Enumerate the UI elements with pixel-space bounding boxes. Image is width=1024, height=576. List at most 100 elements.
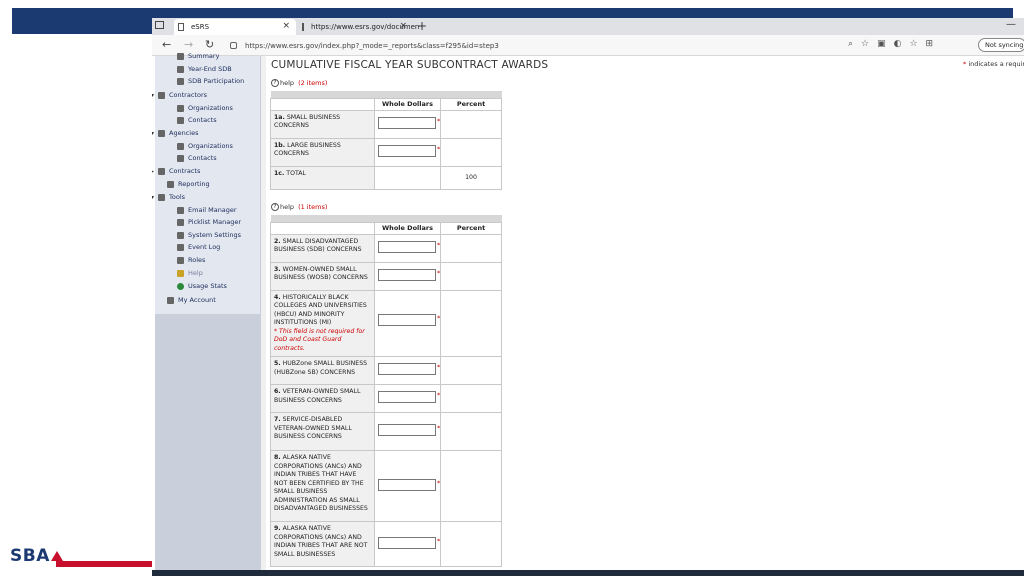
close-tab-icon[interactable]: × [282,21,290,31]
slide: SBA eSRS × https://www.esrs.gov/documen … [0,0,1024,576]
tool-icon [158,193,165,201]
doc-icon [177,77,184,85]
required-mark: * [437,144,441,153]
tab-document[interactable]: https://www.esrs.gov/documen × [298,19,419,35]
required-mark: * [437,116,441,125]
new-tab-icon[interactable]: + [417,19,427,33]
whole-dollars-input[interactable] [378,479,436,491]
slide-top-bar [12,8,1013,18]
header-whole-dollars: Whole Dollars [374,97,441,111]
row-label: 1b. LARGE BUSINESS CONCERNS [270,137,375,167]
sidebar-item-tools[interactable]: ▾ Tools [152,193,185,201]
row-label: 5. HUBZone SMALL BUSINESS (HUBZone SB) C… [270,356,375,385]
tab-esrs[interactable]: eSRS × [174,19,296,35]
whole-dollars-cell: * [374,137,441,167]
percent-cell [440,289,502,357]
header-blank [270,221,375,235]
sidebar-item-help[interactable]: Help [177,269,203,277]
person-icon [167,296,174,304]
whole-dollars-cell: * [374,384,441,413]
whole-dollars-input[interactable] [378,424,436,436]
back-icon[interactable]: ← [162,38,171,51]
table-row: 8. ALASKA NATIVE CORPORATIONS (ANCs) AND… [270,450,502,522]
sidebar-item-label: System Settings [188,231,241,239]
table-row: 3. WOMEN-OWNED SMALL BUSINESS (WOSB) CON… [270,261,502,291]
whole-dollars-input[interactable] [378,268,436,281]
sidebar-item-usage-stats[interactable]: Usage Stats [177,282,227,290]
sidebar-item-summary[interactable]: Summary [177,52,219,60]
sidebar-item-reporting[interactable]: Reporting [167,180,210,188]
sidebar-item-my-account[interactable]: My Account [167,296,216,304]
sidebar-item-label: Year-End SDB [188,65,232,73]
row-label: 6. VETERAN-OWNED SMALL BUSINESS CONCERNS [270,384,375,413]
help-link[interactable]: ? help (1 items) [271,203,327,211]
sidebar-item-agencies[interactable]: ▾ Agencies [152,129,198,137]
row-label: 7. SERVICE-DISABLED VETERAN-OWNED SMALL … [270,412,375,451]
header-blank [270,97,375,111]
forward-icon[interactable]: → [184,38,193,51]
sidebar-item-roles[interactable]: Roles [177,256,205,264]
whole-dollars-cell: * [374,261,441,291]
extensions-icon[interactable]: ⌕☆▣◐☆⊞ [848,39,941,49]
whole-dollars-cell [374,165,441,190]
sidebar-item-email-manager[interactable]: Email Manager [177,206,237,214]
sidebar-item-contracts[interactable]: ▸ Contracts [152,167,200,175]
percent-cell [440,412,502,451]
sidebar-item-label: Help [188,269,203,277]
row-label: 8. ALASKA NATIVE CORPORATIONS (ANCs) AND… [270,450,375,522]
sidebar-item-organizations[interactable]: Organizations [177,104,233,112]
window-menu-icon[interactable] [155,21,164,29]
whole-dollars-input[interactable] [378,391,436,403]
address-bar[interactable]: https://www.esrs.gov/index.php?_mode=_re… [230,38,860,53]
whole-dollars-input[interactable] [378,313,436,326]
page-title: CUMULATIVE FISCAL YEAR SUBCONTRACT AWARD… [271,59,549,71]
sidebar-item-event-log[interactable]: Event Log [177,243,220,251]
required-mark: * [437,391,441,399]
page-icon [178,23,184,31]
tab-label: eSRS [191,23,210,31]
folder-icon [158,91,165,99]
whole-dollars-input[interactable] [378,240,436,253]
required-mark: * [437,363,441,371]
required-mark: * [437,240,441,249]
header-percent: Percent [440,97,502,111]
sidebar-item-picklist-manager[interactable]: Picklist Manager [177,218,241,226]
sidebar-item-year-end-sdb[interactable]: Year-End SDB [177,65,232,73]
sidebar-item-system-settings[interactable]: System Settings [177,231,241,239]
close-tab-icon[interactable]: × [399,21,407,31]
sidebar-item-contacts[interactable]: Contacts [177,154,217,162]
sidebar-item-organizations[interactable]: Organizations [177,142,233,150]
row-label: 2. SMALL DISADVANTAGED BUSINESS (SDB) CO… [270,233,375,263]
whole-dollars-input[interactable] [378,144,436,157]
whole-dollars-input[interactable] [378,116,436,129]
required-mark: * [437,479,441,487]
table-row: 1a. SMALL BUSINESS CONCERNS * [270,109,502,139]
sidebar-item-sdb-participation[interactable]: SDB Participation [177,77,244,85]
tool-icon [177,231,184,239]
minimize-icon[interactable]: — [1006,19,1016,30]
page-icon [302,23,304,31]
sidebar-item-label: Email Manager [188,206,237,214]
table-row: 9. ALASKA NATIVE CORPORATIONS (ANCs) AND… [270,521,502,567]
whole-dollars-cell: * [374,289,441,357]
row-label: 3. WOMEN-OWNED SMALL BUSINESS (WOSB) CON… [270,261,375,291]
sidebar-item-label: My Account [178,296,216,304]
table-row: 1c. TOTAL 100 [270,165,502,190]
whole-dollars-input[interactable] [378,363,436,375]
help-icon: ? [271,79,279,87]
sync-button[interactable]: Not syncing [978,38,1024,52]
required-mark: * [437,424,441,432]
sidebar-item-label: Contacts [188,116,217,124]
person-icon [177,256,184,264]
doc-icon [177,52,184,60]
sidebar-item-contractors[interactable]: ▾ Contractors [152,91,207,99]
sidebar-item-contacts[interactable]: Contacts [177,116,217,124]
whole-dollars-cell: * [374,356,441,385]
whole-dollars-input[interactable] [378,537,436,549]
refresh-icon[interactable]: ↻ [205,38,214,51]
percent-cell [440,261,502,291]
help-link[interactable]: ? help (2 items) [271,79,327,87]
row-label: 4. HISTORICALLY BLACK COLLEGES AND UNIVE… [270,289,375,357]
percent-cell [440,450,502,522]
sidebar-item-label: Picklist Manager [188,218,242,226]
